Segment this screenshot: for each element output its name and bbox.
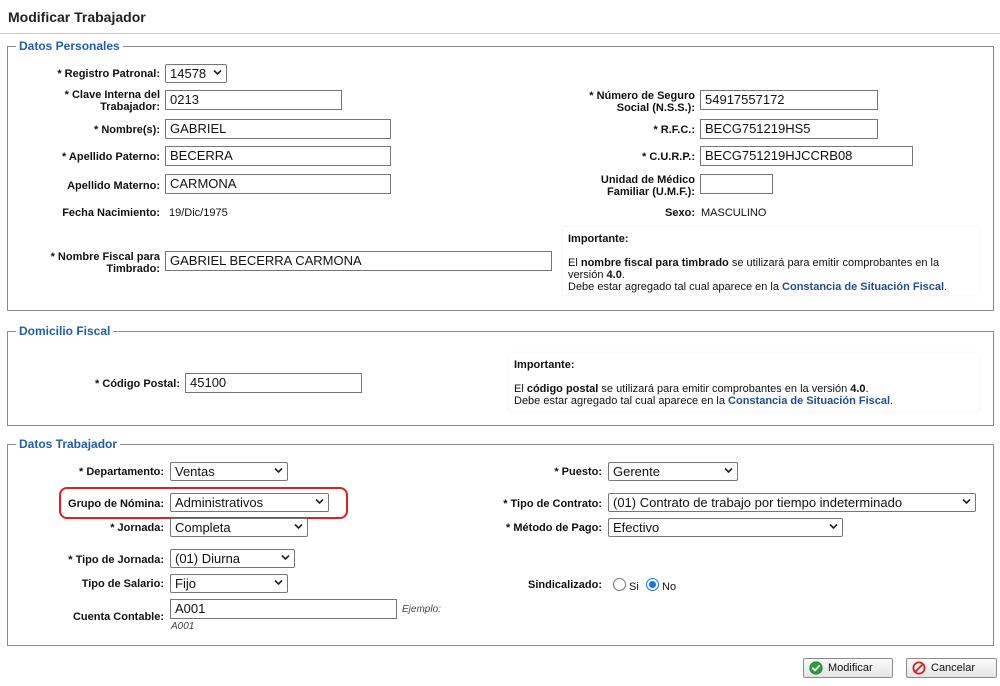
puesto-select[interactable]: Gerente <box>608 462 738 481</box>
tipo-salario-select[interactable]: Fijo <box>170 574 288 593</box>
label-metodo-pago: * Método de Pago: <box>506 522 602 534</box>
cuenta-contable-hint-label: Ejemplo: <box>402 604 441 615</box>
departamento-select[interactable]: Ventas <box>170 462 288 481</box>
note-line-3: Debe estar agregado tal cual aparece en … <box>568 281 948 293</box>
chevron-down-icon <box>274 579 283 586</box>
registro-patronal-select[interactable]: 14578 <box>165 64 227 83</box>
constancia-link[interactable]: Constancia de Situación Fiscal <box>728 395 890 407</box>
label-sindicalizado: Sindicalizado: <box>528 579 602 591</box>
rfc-input[interactable]: BECG751219HS5 <box>700 119 878 139</box>
label-apellido-materno: Apellido Materno: <box>67 180 160 192</box>
sindicalizado-no-radio[interactable] <box>646 578 659 591</box>
puesto-value: Gerente <box>613 464 660 479</box>
sindicalizado-no-label[interactable]: No <box>662 581 676 593</box>
label-fecha-nacimiento: Fecha Nacimiento: <box>62 207 160 219</box>
chevron-down-icon <box>829 523 838 530</box>
label-nombres: * Nombre(s): <box>93 124 160 136</box>
label-tipo-contrato: * Tipo de Contrato: <box>503 498 602 510</box>
label-nss-l1: * Número de Seguro <box>589 90 695 102</box>
grupo-nomina-select[interactable]: Administrativos <box>170 493 329 512</box>
apellido-materno-input[interactable]: CARMONA <box>165 174 391 194</box>
label-registro-patronal: * Registro Patronal: <box>57 68 160 80</box>
registro-patronal-value: 14578 <box>170 66 207 81</box>
title-divider <box>0 33 1000 34</box>
constancia-link[interactable]: Constancia de Situación Fiscal <box>782 281 944 293</box>
codigo-postal-input[interactable]: 45100 <box>185 373 362 393</box>
tipo-salario-value: Fijo <box>175 576 196 591</box>
jornada-select[interactable]: Completa <box>170 518 308 537</box>
nss-input[interactable]: 54917557172 <box>700 90 878 110</box>
cuenta-contable-input[interactable]: A001 <box>170 599 397 619</box>
chevron-down-icon <box>315 498 324 505</box>
legend-domicilio-fiscal: Domicilio Fiscal <box>16 324 114 338</box>
chevron-down-icon <box>213 69 222 76</box>
label-codigo-postal: * Código Postal: <box>95 378 180 390</box>
cancelar-label: Cancelar <box>931 662 976 674</box>
tipo-contrato-select[interactable]: (01) Contrato de trabajo por tiempo inde… <box>608 493 976 512</box>
chevron-down-icon <box>274 467 283 474</box>
label-nombre-fiscal: * Nombre Fiscal para Timbrado: <box>20 251 160 275</box>
label-clave-interna-l1: * Clave Interna del <box>64 89 160 101</box>
modificar-button[interactable]: Modificar <box>803 658 893 678</box>
cancelar-button[interactable]: Cancelar <box>906 658 997 678</box>
cancel-icon <box>912 661 926 675</box>
label-puesto: * Puesto: <box>554 466 602 478</box>
page-title: Modificar Trabajador <box>8 9 146 25</box>
label-tipo-salario: Tipo de Salario: <box>81 578 164 590</box>
modificar-label: Modificar <box>828 662 873 674</box>
tipo-jornada-select[interactable]: (01) Diurna <box>170 549 295 568</box>
tipo-jornada-value: (01) Diurna <box>175 551 241 566</box>
chevron-down-icon <box>724 467 733 474</box>
nombres-input[interactable]: GABRIEL <box>165 119 391 139</box>
jornada-value: Completa <box>175 520 231 535</box>
legend-datos-personales: Datos Personales <box>16 39 123 53</box>
label-rfc: * R.F.C.: <box>653 124 695 136</box>
label-umf-l2: Familiar (U.M.F.): <box>606 186 695 198</box>
note-line-2: Debe estar agregado tal cual aparece en … <box>514 395 894 407</box>
label-nss-l2: Social (N.S.S.): <box>616 102 695 114</box>
clave-interna-input[interactable]: 0213 <box>165 90 342 110</box>
cuenta-contable-hint-example: A001 <box>171 621 195 632</box>
metodo-pago-select[interactable]: Efectivo <box>608 518 843 537</box>
nombre-fiscal-note: Importante: El nombre fiscal para timbra… <box>563 227 979 295</box>
label-grupo-nomina: Grupo de Nómina: <box>68 498 164 510</box>
label-umf-l1: Unidad de Médico <box>600 174 695 186</box>
apellido-paterno-input[interactable]: BECERRA <box>165 146 391 166</box>
label-jornada: * Jornada: <box>110 522 164 534</box>
legend-datos-trabajador: Datos Trabajador <box>16 437 121 451</box>
sindicalizado-si-radio[interactable] <box>613 578 626 591</box>
label-nss: * Número de Seguro Social (N.S.S.): <box>550 90 695 114</box>
label-departamento: * Departamento: <box>79 466 164 478</box>
codigo-postal-note: Importante: El código postal se utilizar… <box>509 353 979 411</box>
note-title: Importante: <box>514 359 575 371</box>
fecha-nacimiento-value: 19/Dic/1975 <box>169 207 228 219</box>
label-nombre-fiscal-l2: Timbrado: <box>106 263 160 275</box>
departamento-value: Ventas <box>175 464 215 479</box>
label-clave-interna-l2: Trabajador: <box>100 101 160 113</box>
chevron-down-icon <box>962 498 971 505</box>
label-curp: * C.U.R.P.: <box>642 151 695 163</box>
umf-input[interactable] <box>700 174 773 194</box>
label-cuenta-contable: Cuenta Contable: <box>72 611 164 623</box>
label-nombre-fiscal-l1: * Nombre Fiscal para <box>50 251 160 263</box>
chevron-down-icon <box>294 523 303 530</box>
tipo-contrato-value: (01) Contrato de trabajo por tiempo inde… <box>613 495 903 510</box>
metodo-pago-value: Efectivo <box>613 520 660 535</box>
label-umf: Unidad de Médico Familiar (U.M.F.): <box>550 174 695 198</box>
note-title: Importante: <box>568 233 629 245</box>
chevron-down-icon <box>281 554 290 561</box>
nombre-fiscal-input[interactable]: GABRIEL BECERRA CARMONA <box>165 251 552 271</box>
grupo-nomina-value: Administrativos <box>175 495 264 510</box>
check-circle-icon <box>809 661 823 675</box>
sindicalizado-si-label[interactable]: Si <box>629 581 639 593</box>
curp-input[interactable]: BECG751219HJCCRB08 <box>700 146 913 166</box>
label-clave-interna: * Clave Interna del Trabajador: <box>20 89 160 113</box>
label-apellido-paterno: * Apellido Paterno: <box>62 151 160 163</box>
sexo-value: MASCULINO <box>701 207 767 219</box>
label-tipo-jornada: * Tipo de Jornada: <box>68 554 164 566</box>
label-sexo: Sexo: <box>665 207 695 219</box>
